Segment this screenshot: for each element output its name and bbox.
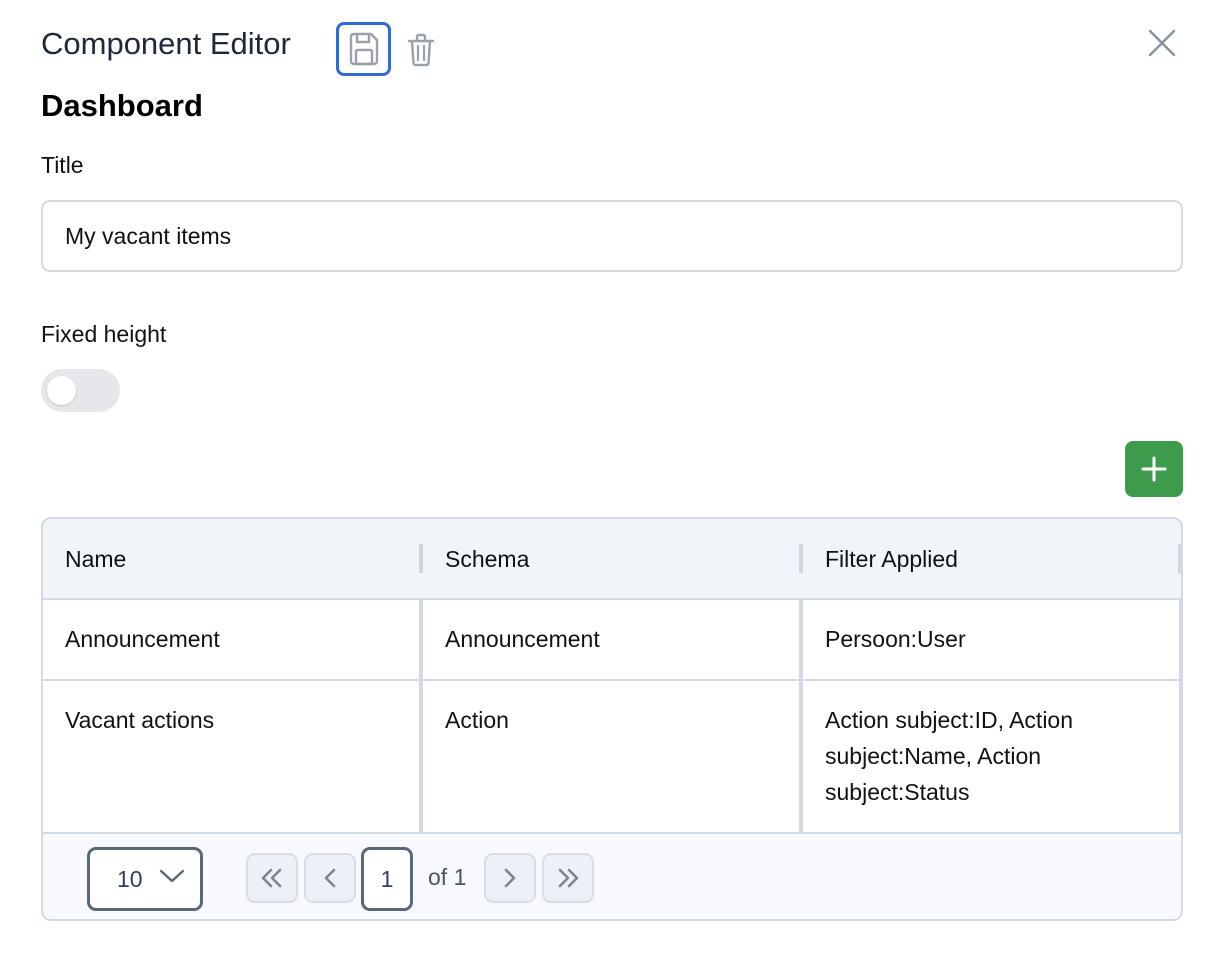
cell-filter: Persoon:User — [825, 626, 966, 652]
column-header-filter[interactable]: Filter Applied — [803, 519, 1181, 600]
toggle-knob — [47, 376, 76, 405]
add-button[interactable] — [1125, 441, 1183, 497]
chevron-left-icon — [324, 868, 336, 888]
title-label: Title — [41, 152, 84, 178]
cell-name: Vacant actions — [65, 707, 215, 733]
fixed-height-label: Fixed height — [41, 321, 167, 347]
editor-title: Component Editor — [41, 26, 291, 61]
previous-page-button[interactable] — [304, 853, 356, 903]
column-divider — [419, 600, 423, 832]
table-row[interactable]: Announcement Announcement Persoon:User — [43, 600, 1181, 681]
table-header: Name Schema Filter Applied — [43, 519, 1181, 600]
close-icon — [1148, 29, 1176, 57]
cell-name: Announcement — [65, 626, 220, 652]
queries-table: Name Schema Filter Applied Announcement … — [41, 517, 1183, 921]
chevron-right-icon — [504, 868, 516, 888]
double-chevron-right-icon — [558, 868, 579, 888]
column-divider — [1179, 600, 1181, 832]
next-page-button[interactable] — [484, 853, 536, 903]
editor-header: Component Editor — [41, 22, 1183, 78]
save-button[interactable] — [336, 22, 391, 76]
cell-schema: Action — [445, 707, 509, 733]
column-divider — [799, 600, 803, 832]
chevron-down-icon — [159, 869, 185, 883]
delete-button[interactable] — [406, 32, 436, 68]
total-pages-label: of 1 — [428, 864, 467, 890]
section-title: Dashboard — [41, 88, 203, 123]
current-page-input[interactable]: 1 — [361, 847, 413, 911]
page-size-select[interactable]: 10 — [87, 847, 203, 911]
double-chevron-left-icon — [261, 868, 282, 888]
column-header-name[interactable]: Name — [43, 519, 421, 600]
title-input[interactable] — [41, 200, 1183, 272]
last-page-button[interactable] — [542, 853, 594, 903]
first-page-button[interactable] — [246, 853, 298, 903]
column-resize-handle[interactable] — [1178, 544, 1181, 573]
trash-icon — [407, 33, 435, 67]
page-size-value: 10 — [117, 865, 143, 892]
cell-filter: Action subject:ID, Action subject:Name, … — [825, 707, 1074, 805]
column-header-schema[interactable]: Schema — [423, 519, 801, 600]
save-icon — [349, 32, 378, 66]
fixed-height-toggle[interactable] — [41, 369, 120, 412]
plus-icon — [1141, 456, 1167, 482]
pagination-bar: 10 1 of 1 — [43, 834, 1181, 919]
cell-schema: Announcement — [445, 626, 600, 652]
table-row[interactable]: Vacant actions Action Action subject:ID,… — [43, 681, 1181, 834]
close-button[interactable] — [1147, 28, 1177, 58]
